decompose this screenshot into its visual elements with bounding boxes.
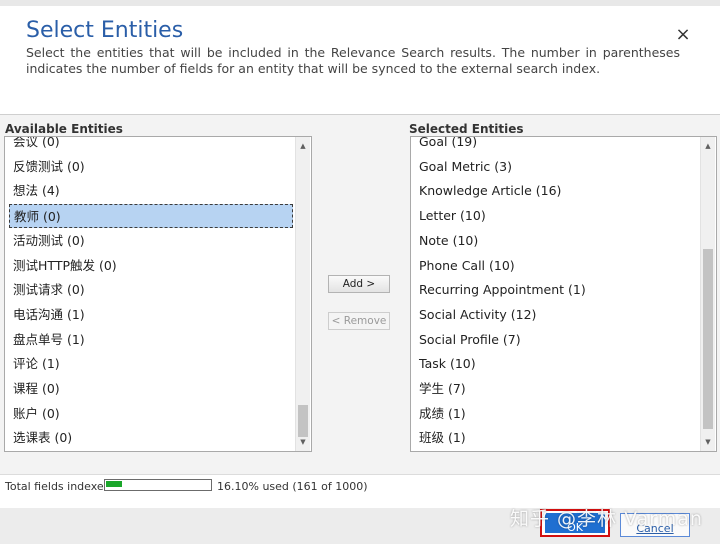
selected-scrollbar[interactable]: ▲ ▼ (700, 137, 715, 451)
usage-progress-fill (106, 481, 122, 487)
scroll-down-icon[interactable]: ▼ (701, 435, 715, 449)
list-item[interactable]: 班级 (1) (415, 426, 699, 450)
selected-entities-label: Selected Entities (409, 122, 524, 136)
usage-progress-bar (104, 479, 212, 491)
add-button[interactable]: Add > (328, 275, 390, 293)
list-item[interactable]: Task (10) (415, 352, 699, 376)
watermark: 知乎 @李林 Varman (510, 508, 703, 530)
available-entities-list[interactable]: ▲ ▼ 会议 (0) 反馈测试 (0) 想法 (4) 教师 (0) 活动测试 (0) 测试… (4, 136, 312, 452)
list-item[interactable]: 会议 (0) (9, 137, 293, 154)
list-item[interactable]: 账户 (0) (9, 402, 293, 426)
dialog-description: Select the entities that will be include… (26, 45, 680, 76)
select-entities-dialog: Select Entities × Select the entities th… (0, 0, 720, 544)
scroll-thumb[interactable] (703, 249, 713, 429)
list-item[interactable]: 课程 (0) (9, 377, 293, 401)
selected-entities-list[interactable]: ▲ ▼ Goal (19) Goal Metric (3) Knowledge Ar… (410, 136, 717, 452)
dialog-header: Select Entities × Select the entities th… (0, 6, 720, 115)
list-item[interactable]: 电话沟通 (1) (9, 303, 293, 327)
list-item[interactable]: 反馈测试 (0) (9, 155, 293, 179)
list-item[interactable]: Note (10) (415, 229, 699, 253)
scroll-down-icon[interactable]: ▼ (296, 435, 310, 449)
scroll-up-icon[interactable]: ▲ (701, 139, 715, 153)
list-item-selected[interactable]: 教师 (0) (9, 204, 293, 229)
list-item[interactable]: Phone Call (10) (415, 254, 699, 278)
available-scrollbar[interactable]: ▲ ▼ (295, 137, 310, 451)
list-item[interactable]: Goal Metric (3) (415, 155, 699, 179)
total-fields-label: Total fields indexed: (5, 480, 115, 493)
scroll-up-icon[interactable]: ▲ (296, 139, 310, 153)
list-item[interactable]: 盘点单号 (1) (9, 328, 293, 352)
list-item[interactable]: 成绩 (1) (415, 402, 699, 426)
remove-button[interactable]: < Remove (328, 312, 390, 330)
usage-text: 16.10% used (161 of 1000) (217, 480, 368, 493)
list-item[interactable]: 测试HTTP触发 (0) (9, 254, 293, 278)
list-item[interactable]: 想法 (4) (9, 179, 293, 203)
list-item[interactable]: Goal (19) (415, 137, 699, 154)
list-item[interactable]: 活动测试 (0) (9, 229, 293, 253)
list-item[interactable]: 评论 (1) (9, 352, 293, 376)
list-item[interactable]: 测试请求 (0) (9, 278, 293, 302)
available-entities-label: Available Entities (5, 122, 123, 136)
list-item[interactable]: Social Profile (7) (415, 328, 699, 352)
scroll-thumb[interactable] (298, 405, 308, 437)
list-item[interactable]: 选课表 (0) (9, 426, 293, 450)
dialog-title: Select Entities (26, 18, 184, 43)
list-item[interactable]: Social Activity (12) (415, 303, 699, 327)
list-item[interactable]: Letter (10) (415, 204, 699, 228)
close-icon[interactable]: × (672, 24, 694, 46)
list-item[interactable]: Recurring Appointment (1) (415, 278, 699, 302)
list-item[interactable]: Knowledge Article (16) (415, 179, 699, 203)
list-item[interactable]: 学生 (7) (415, 377, 699, 401)
